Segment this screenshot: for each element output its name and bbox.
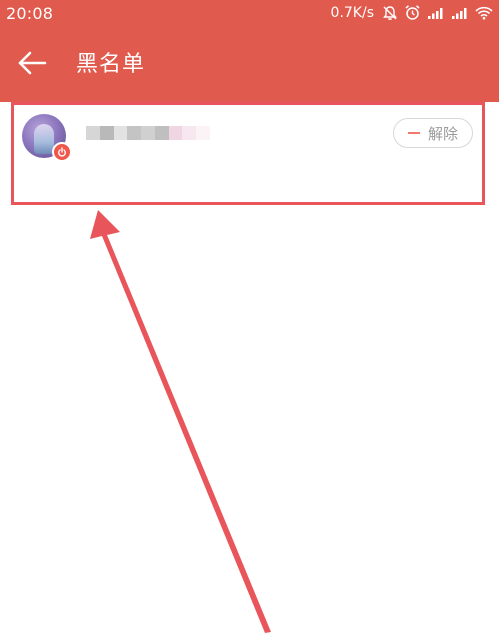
signal-icon — [451, 6, 469, 20]
page-title: 黑名单 — [76, 52, 146, 77]
network-speed: 0.7K/s — [330, 4, 374, 21]
power-badge-icon — [52, 142, 72, 162]
app-bar: 黑名单 — [0, 28, 499, 102]
status-time: 20:08 — [6, 4, 54, 23]
back-arrow-icon[interactable] — [17, 51, 47, 79]
back-button[interactable] — [14, 48, 50, 82]
unblock-label: 解除 — [427, 124, 458, 143]
list-item[interactable]: 解除 — [0, 102, 499, 200]
minus-icon — [407, 132, 420, 134]
screen: 20:08 0.7K/s 黑名单 解除 — [0, 0, 499, 634]
status-icons: 0.7K/s — [331, 4, 493, 21]
status-bar: 20:08 0.7K/s — [0, 0, 499, 28]
signal-icon — [427, 6, 445, 20]
user-name-obscured — [86, 118, 211, 148]
wifi-icon — [475, 6, 493, 20]
blacklist: 解除 — [0, 102, 499, 200]
unblock-button[interactable]: 解除 — [393, 118, 473, 148]
avatar[interactable] — [22, 114, 72, 162]
alarm-icon — [404, 4, 421, 21]
mute-bell-icon — [382, 5, 398, 21]
